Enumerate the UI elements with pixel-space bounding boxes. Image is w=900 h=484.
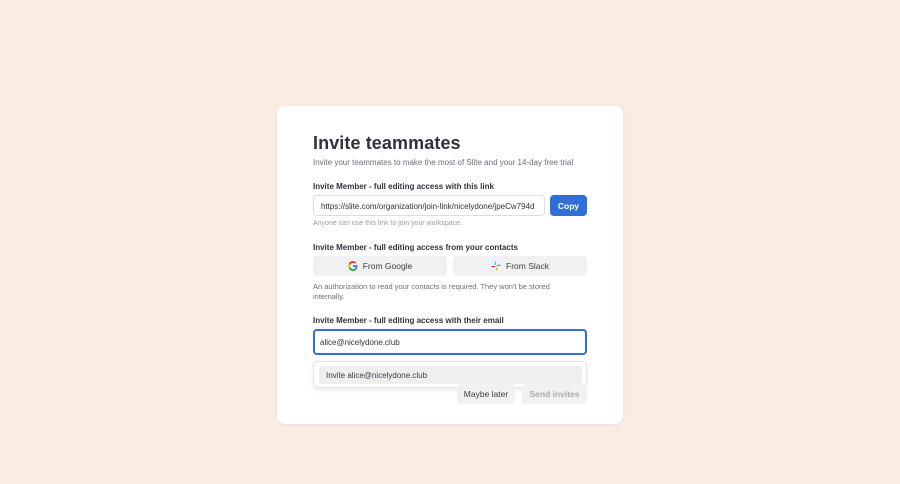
invite-link-field[interactable]: https://slite.com/organization/join-link… bbox=[313, 195, 545, 216]
send-invites-button[interactable]: Send invites bbox=[522, 384, 587, 404]
invite-email-suggestion[interactable]: Invite alice@nicelydone.club bbox=[319, 366, 582, 384]
email-section-label: Invite Member - full editing access with… bbox=[313, 316, 504, 325]
from-slack-label: From Slack bbox=[506, 261, 549, 271]
from-google-label: From Google bbox=[362, 261, 413, 271]
contacts-note: An authorization to read your contacts i… bbox=[313, 282, 550, 301]
google-icon bbox=[347, 261, 358, 271]
invite-modal: Invite teammates Invite your teammates t… bbox=[277, 106, 623, 424]
modal-subtitle: Invite your teammates to make the most o… bbox=[313, 158, 574, 167]
contacts-section-label: Invite Member - full editing access from… bbox=[313, 243, 518, 252]
copy-link-button[interactable]: Copy bbox=[550, 195, 587, 216]
from-slack-button[interactable]: From Slack bbox=[453, 256, 587, 276]
maybe-later-button[interactable]: Maybe later bbox=[457, 384, 515, 404]
link-section-label: Invite Member - full editing access with… bbox=[313, 182, 494, 191]
modal-title: Invite teammates bbox=[313, 133, 461, 153]
link-hint: Anyone can use this link to join your wo… bbox=[313, 220, 463, 227]
email-input[interactable]: alice@nicelydone.club bbox=[313, 329, 587, 355]
slack-icon bbox=[491, 261, 501, 271]
from-google-button[interactable]: From Google bbox=[313, 256, 447, 276]
